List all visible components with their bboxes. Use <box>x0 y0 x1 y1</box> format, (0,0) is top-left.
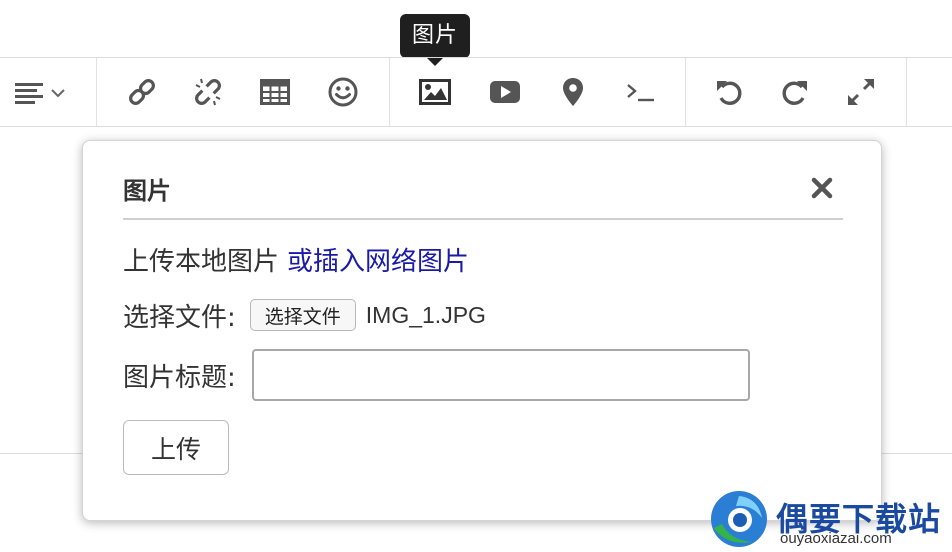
upload-mode-row: 上传本地图片 或插入网络图片 <box>123 241 469 278</box>
choose-file-row: 选择文件: 选择文件 IMG_1.JPG <box>123 297 486 333</box>
image-dialog: 图片 上传本地图片 或插入网络图片 选择文件: 选择文件 IMG_1.JPG 图片… <box>82 140 882 521</box>
location-button[interactable] <box>551 72 595 112</box>
selected-file-name: IMG_1.JPG <box>365 301 486 328</box>
choose-file-label: 选择文件: <box>123 302 236 333</box>
table-button[interactable] <box>253 72 297 112</box>
insert-network-image-link[interactable]: 或插入网络图片 <box>287 247 469 277</box>
fullscreen-button[interactable] <box>839 72 883 112</box>
toolbar-divider <box>906 58 907 127</box>
code-icon <box>627 84 654 102</box>
image-icon <box>419 79 451 105</box>
toolbar-divider <box>96 58 97 127</box>
dialog-title-divider <box>123 218 843 220</box>
align-dropdown-button[interactable] <box>14 72 70 112</box>
close-button[interactable] <box>809 175 835 201</box>
video-button[interactable] <box>483 72 527 112</box>
watermark-url: ouyaoxiazai.com <box>780 530 892 547</box>
image-title-row: 图片标题: <box>123 349 750 401</box>
image-button[interactable] <box>413 72 457 112</box>
image-title-label: 图片标题: <box>123 362 236 393</box>
image-tooltip: 图片 <box>400 14 470 66</box>
location-pin-icon <box>563 78 583 106</box>
image-title-input[interactable] <box>251 349 750 401</box>
toolbar-divider <box>685 58 686 127</box>
undo-button[interactable] <box>707 72 751 112</box>
upload-button[interactable]: 上传 <box>123 420 229 475</box>
redo-button[interactable] <box>773 72 817 112</box>
undo-icon <box>717 81 742 105</box>
upload-local-label: 上传本地图片 <box>123 247 280 277</box>
dialog-title: 图片 <box>123 177 171 205</box>
toolbar-divider <box>389 58 390 127</box>
link-button[interactable] <box>120 72 164 112</box>
code-button[interactable] <box>619 72 663 112</box>
emoji-icon <box>328 77 358 107</box>
link-icon <box>129 79 155 105</box>
table-icon <box>260 79 290 105</box>
emoji-button[interactable] <box>321 72 365 112</box>
fullscreen-icon <box>848 79 874 105</box>
watermark-logo-icon <box>711 491 767 547</box>
video-icon <box>490 81 520 103</box>
close-icon <box>811 177 833 199</box>
editor-toolbar <box>0 57 952 127</box>
unlink-button[interactable] <box>186 72 230 112</box>
align-dropdown-icon <box>15 83 65 104</box>
choose-file-button[interactable]: 选择文件 <box>249 299 356 331</box>
redo-icon <box>782 81 807 105</box>
unlink-icon <box>195 78 221 106</box>
